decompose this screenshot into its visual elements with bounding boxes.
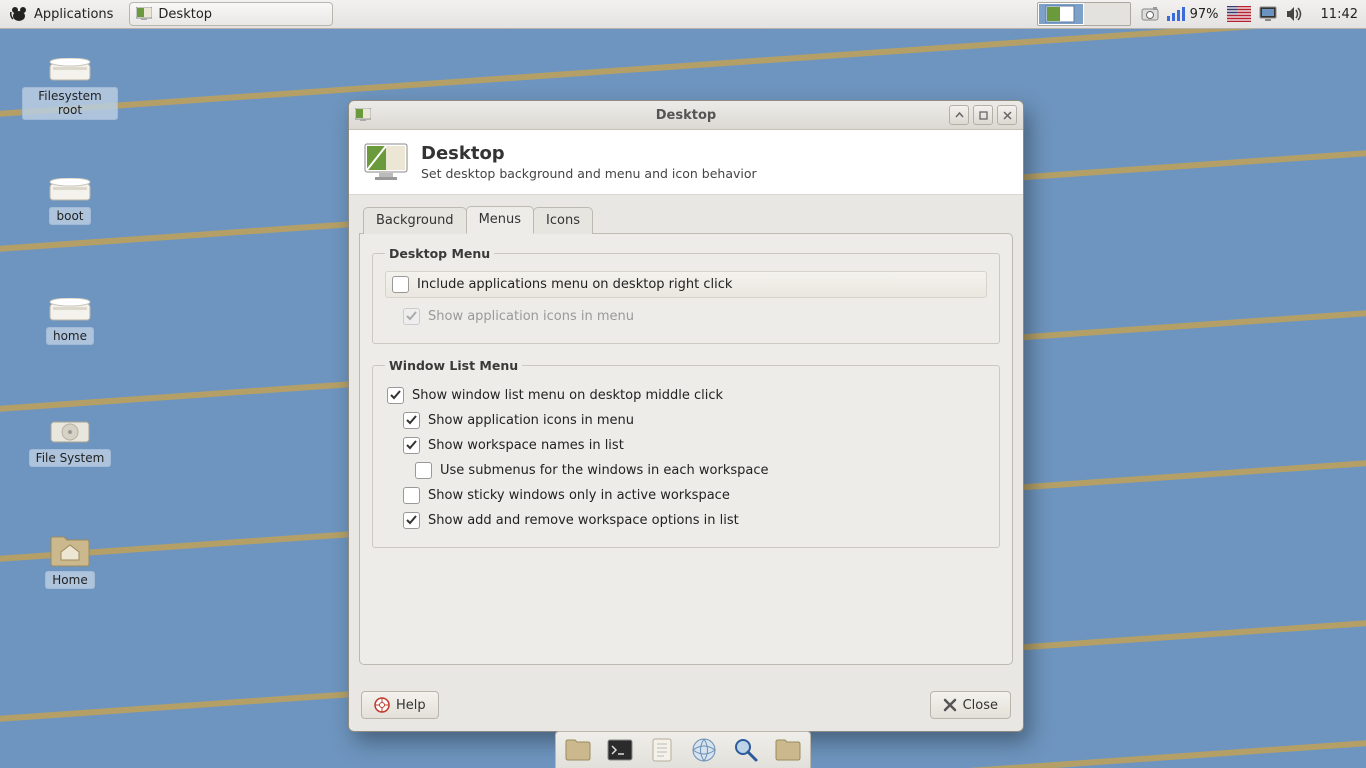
help-button-label: Help <box>396 698 426 713</box>
desktop-icon-label: Filesystem root <box>22 87 118 120</box>
volume-icon[interactable] <box>1285 6 1303 22</box>
taskbar-item-label: Desktop <box>158 7 212 22</box>
opt-add-remove-ws[interactable]: Show add and remove workspace options in… <box>401 508 987 533</box>
header-subtitle: Set desktop background and menu and icon… <box>421 166 757 181</box>
battery-icon <box>1167 7 1185 21</box>
dock-app-finder[interactable] <box>732 736 760 764</box>
settings-tabs: Background Menus Icons <box>359 205 1013 233</box>
opt-show-app-icons-dm: Show application icons in menu <box>401 304 987 329</box>
opt-sticky-active[interactable]: Show sticky windows only in active works… <box>401 483 987 508</box>
workspace-pager[interactable] <box>1037 2 1131 26</box>
battery-percent: 97% <box>1190 7 1219 22</box>
window-maximize-button[interactable] <box>973 105 993 125</box>
tab-menus[interactable]: Menus <box>466 206 534 234</box>
tab-background[interactable]: Background <box>363 207 467 234</box>
settings-header: Desktop Set desktop background and menu … <box>349 130 1023 195</box>
opt-label: Show window list menu on desktop middle … <box>412 388 723 403</box>
battery-indicator[interactable]: 97% <box>1167 7 1219 22</box>
desktop-icon-filesystem[interactable]: File System <box>22 416 118 467</box>
system-tray: 97% <box>1131 6 1313 22</box>
close-icon <box>943 698 957 712</box>
panel-clock[interactable]: 11:42 <box>1313 7 1366 22</box>
desktop-icon-home[interactable]: home <box>22 298 118 345</box>
taskbar-item-desktop[interactable]: Desktop <box>129 2 333 26</box>
checkbox-icon <box>415 462 432 479</box>
close-button[interactable]: Close <box>930 691 1011 719</box>
bottom-dock <box>555 731 811 768</box>
desktop-icon-label: Home <box>45 571 94 589</box>
applications-menu-label: Applications <box>34 7 113 22</box>
desktop-icon-label: boot <box>49 207 90 225</box>
opt-label: Include applications menu on desktop rig… <box>417 277 732 292</box>
xfce-mouse-icon <box>10 5 28 23</box>
close-button-label: Close <box>963 698 998 713</box>
desktop-icon-label: home <box>46 327 94 345</box>
opt-use-submenus[interactable]: Use submenus for the windows in each wor… <box>413 458 987 483</box>
desktop-header-icon <box>363 142 409 182</box>
desktop-icon-home-folder[interactable]: Home <box>22 534 118 589</box>
opt-show-app-icons-wl[interactable]: Show application icons in menu <box>401 408 987 433</box>
help-button[interactable]: Help <box>361 691 439 719</box>
workspace-2[interactable] <box>1084 3 1130 25</box>
checkbox-icon <box>392 276 409 293</box>
opt-include-apps-menu[interactable]: Include applications menu on desktop rig… <box>385 271 987 298</box>
window-close-button[interactable] <box>997 105 1017 125</box>
desktop-icon-filesystem-root[interactable]: Filesystem root <box>22 58 118 120</box>
tabpage-menus: Desktop Menu Include applications menu o… <box>359 233 1013 665</box>
us-flag-icon <box>1227 6 1251 22</box>
opt-label: Show workspace names in list <box>428 438 624 453</box>
opt-show-ws-names[interactable]: Show workspace names in list <box>401 433 987 458</box>
group-desktop-menu-legend: Desktop Menu <box>385 246 494 261</box>
group-window-list-legend: Window List Menu <box>385 358 522 373</box>
display-tray-icon[interactable] <box>1259 6 1277 22</box>
desktop-settings-window: Desktop Desktop Set desktop background a… <box>348 100 1024 732</box>
dock-file-manager[interactable] <box>564 736 592 764</box>
window-title: Desktop <box>349 108 1023 123</box>
opt-label: Show application icons in menu <box>428 413 634 428</box>
group-desktop-menu: Desktop Menu Include applications menu o… <box>372 246 1000 344</box>
checkbox-icon <box>387 387 404 404</box>
checkbox-icon <box>403 412 420 429</box>
checkbox-icon <box>403 308 420 325</box>
opt-label: Show sticky windows only in active works… <box>428 488 730 503</box>
window-rollup-button[interactable] <box>949 105 969 125</box>
dock-web-browser[interactable] <box>690 736 718 764</box>
opt-label: Show add and remove workspace options in… <box>428 513 739 528</box>
screenshot-tray-icon[interactable] <box>1141 6 1159 22</box>
dock-terminal[interactable] <box>606 736 634 764</box>
opt-label: Use submenus for the windows in each wor… <box>440 463 769 478</box>
desktop-icon-label: File System <box>29 449 112 467</box>
desktop-icon-boot[interactable]: boot <box>22 178 118 225</box>
opt-show-winlist-middle[interactable]: Show window list menu on desktop middle … <box>385 383 987 408</box>
help-icon <box>374 697 390 713</box>
tab-icons[interactable]: Icons <box>533 207 593 234</box>
workspace-1[interactable] <box>1038 3 1084 25</box>
header-title: Desktop <box>421 143 757 164</box>
applications-menu-button[interactable]: Applications <box>2 2 121 26</box>
checkbox-icon <box>403 487 420 504</box>
dialog-footer: Help Close <box>349 681 1023 731</box>
desktop-settings-icon <box>136 7 152 21</box>
keyboard-layout-us-icon[interactable] <box>1227 6 1251 22</box>
checkbox-icon <box>403 512 420 529</box>
group-window-list-menu: Window List Menu Show window list menu o… <box>372 358 1000 548</box>
checkbox-icon <box>403 437 420 454</box>
top-panel: Applications Desktop 97% <box>0 0 1366 29</box>
dock-home-folder[interactable] <box>774 736 802 764</box>
opt-label: Show application icons in menu <box>428 309 634 324</box>
window-titlebar[interactable]: Desktop <box>349 101 1023 130</box>
dock-text-editor[interactable] <box>648 736 676 764</box>
